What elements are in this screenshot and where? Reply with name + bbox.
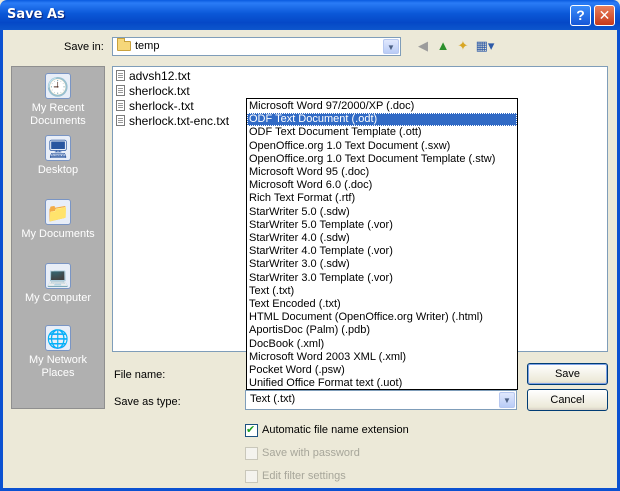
save-as-type-dropdown[interactable]: Microsoft Word 97/2000/XP (.doc) ODF Text… <box>246 98 518 390</box>
desktop-icon: 🖥 <box>45 135 71 161</box>
dropdown-option[interactable]: Text (.txt) <box>247 285 517 298</box>
dropdown-option[interactable]: Rich Text Format (.rtf) <box>247 192 517 205</box>
title-bar[interactable]: Save As ? ✕ <box>0 0 620 30</box>
dropdown-option[interactable]: Microsoft Word 6.0 (.doc) <box>247 179 517 192</box>
list-item[interactable]: sherlock.txt <box>116 84 190 98</box>
close-icon: ✕ <box>598 7 611 23</box>
file-name-label: File name: <box>114 369 166 381</box>
close-button[interactable]: ✕ <box>594 5 615 26</box>
dropdown-option[interactable]: OpenOffice.org 1.0 Text Document Templat… <box>247 153 517 166</box>
cancel-button[interactable]: Cancel <box>527 389 608 411</box>
dropdown-option[interactable]: Pocket Word (.psw) <box>247 364 517 377</box>
list-item[interactable]: advsh12.txt <box>116 69 190 83</box>
save-with-password-checkbox[interactable] <box>245 447 258 460</box>
places-bar: 🕘 My Recent Documents 🖥 Desktop 📁 My Doc… <box>11 66 105 409</box>
place-network-places[interactable]: 🌐 My Network Places <box>12 325 104 380</box>
dropdown-option[interactable]: StarWriter 5.0 (.sdw) <box>247 206 517 219</box>
dropdown-option[interactable]: StarWriter 4.0 (.sdw) <box>247 232 517 245</box>
text-file-icon <box>116 70 125 81</box>
dropdown-option[interactable]: StarWriter 5.0 Template (.vor) <box>247 219 517 232</box>
text-file-icon <box>116 100 125 111</box>
place-my-documents[interactable]: 📁 My Documents <box>12 199 104 241</box>
chevron-down-icon[interactable]: ▼ <box>383 39 399 54</box>
edit-filter-settings-label: Edit filter settings <box>262 470 346 482</box>
dropdown-option[interactable]: ODF Text Document (.odt) <box>247 113 517 127</box>
dropdown-option[interactable]: ODF Text Document Template (.ott) <box>247 126 517 139</box>
save-in-value: temp <box>135 40 160 52</box>
dropdown-option[interactable]: AportisDoc (Palm) (.pdb) <box>247 324 517 337</box>
auto-extension-label: Automatic file name extension <box>262 424 409 436</box>
my-computer-icon: 💻 <box>45 263 71 289</box>
window-title: Save As <box>7 7 65 22</box>
place-recent-documents[interactable]: 🕘 My Recent Documents <box>12 73 104 128</box>
chevron-down-icon[interactable]: ▼ <box>499 392 515 408</box>
place-label: My Computer <box>24 292 92 304</box>
place-desktop[interactable]: 🖥 Desktop <box>12 135 104 177</box>
dropdown-option[interactable]: OpenOffice.org 1.0 Text Document (.sxw) <box>247 140 517 153</box>
my-documents-icon: 📁 <box>45 199 71 225</box>
text-file-icon <box>116 115 125 126</box>
dropdown-option[interactable]: DocBook (.xml) <box>247 338 517 351</box>
place-label: My Network Places <box>28 354 88 379</box>
place-label: My Documents <box>21 228 95 240</box>
save-with-password-label: Save with password <box>262 447 360 459</box>
dropdown-option[interactable]: StarWriter 4.0 Template (.vor) <box>247 245 517 258</box>
folder-icon <box>117 38 131 51</box>
dropdown-option[interactable]: StarWriter 3.0 (.sdw) <box>247 258 517 271</box>
list-item[interactable]: sherlock-.txt <box>116 99 194 113</box>
save-button[interactable]: Save <box>527 363 608 385</box>
help-icon: ? <box>576 7 585 23</box>
edit-filter-settings-checkbox[interactable] <box>245 470 258 483</box>
place-label: Desktop <box>37 164 79 176</box>
dropdown-option[interactable]: StarWriter 3.0 Template (.vor) <box>247 272 517 285</box>
dropdown-option[interactable]: Text Encoded (.txt) <box>247 298 517 311</box>
auto-extension-checkbox[interactable] <box>245 423 258 437</box>
new-folder-icon[interactable]: ✦ <box>455 38 471 54</box>
list-item[interactable]: sherlock.txt-enc.txt <box>116 114 229 128</box>
save-as-type-select[interactable]: Text (.txt) ▼ <box>245 390 517 410</box>
save-as-type-value: Text (.txt) <box>250 393 296 405</box>
dropdown-option[interactable]: Unified Office Format text (.uot) <box>247 377 517 390</box>
dropdown-option[interactable]: HTML Document (OpenOffice.org Writer) (.… <box>247 311 517 324</box>
place-label: My Recent Documents <box>30 102 86 127</box>
save-in-label: Save in: <box>64 41 104 53</box>
recent-documents-icon: 🕘 <box>45 73 71 99</box>
up-folder-icon[interactable]: ▲ <box>435 38 451 54</box>
network-places-icon: 🌐 <box>45 325 71 351</box>
dropdown-option[interactable]: Microsoft Word 97/2000/XP (.doc) <box>247 100 517 113</box>
help-button[interactable]: ? <box>570 5 591 26</box>
window-frame-left <box>0 30 3 491</box>
dropdown-option[interactable]: Microsoft Word 95 (.doc) <box>247 166 517 179</box>
text-file-icon <box>116 85 125 96</box>
save-as-type-label: Save as type: <box>114 396 181 408</box>
place-my-computer[interactable]: 💻 My Computer <box>12 263 104 305</box>
back-icon[interactable]: ◀ <box>415 38 431 54</box>
view-menu-icon[interactable]: ▦▾ <box>475 38 495 54</box>
save-in-combo[interactable]: temp ▼ <box>112 37 401 56</box>
dropdown-option[interactable]: Microsoft Word 2003 XML (.xml) <box>247 351 517 364</box>
